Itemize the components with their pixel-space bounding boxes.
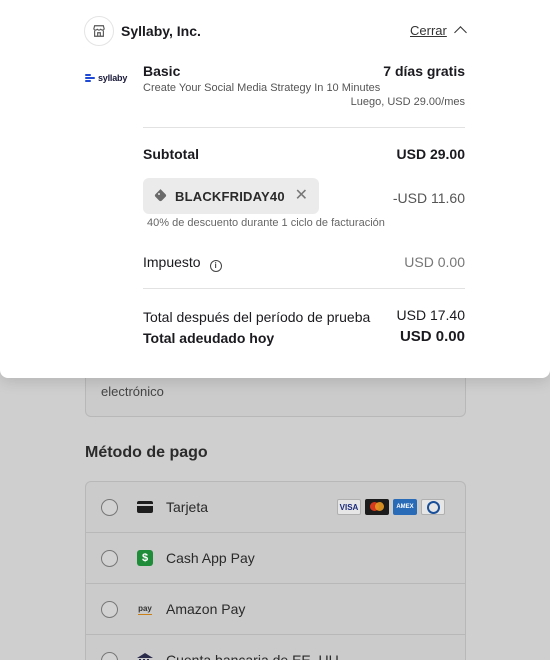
subtotal-value: USD 29.00 <box>396 146 465 162</box>
order-summary-panel: Syllaby, Inc. Cerrar syllaby Basic Creat… <box>0 0 550 378</box>
mastercard-icon <box>365 499 389 515</box>
plan-name: Basic <box>143 63 181 79</box>
plan-description: Create Your Social Media Strategy In 10 … <box>143 82 381 94</box>
radio-button[interactable] <box>101 600 118 618</box>
payment-option-cashapp[interactable]: $ Cash App Pay <box>86 533 465 584</box>
close-summary-label: Cerrar <box>410 23 447 38</box>
merchant-name: Syllaby, Inc. <box>121 23 201 39</box>
promo-code: BLACKFRIDAY40 <box>175 188 285 204</box>
promo-code-chip: BLACKFRIDAY40 ✕ <box>143 178 319 214</box>
trial-label: 7 días gratis <box>383 63 465 79</box>
payment-option-label: Tarjeta <box>166 499 209 515</box>
tax-value: USD 0.00 <box>404 254 465 270</box>
close-summary-button[interactable]: Cerrar <box>410 23 467 39</box>
tax-row: Impuesto i <box>143 254 222 272</box>
tax-label: Impuesto <box>143 254 201 270</box>
syllaby-logo-icon <box>85 73 95 83</box>
payment-option-bank[interactable]: Cuenta bancaria de EE. UU. <box>86 635 465 660</box>
remove-promo-icon[interactable]: ✕ <box>295 188 308 204</box>
then-price: Luego, USD 29.00/mes <box>350 96 465 108</box>
visa-icon: VISA <box>337 499 361 515</box>
payment-option-amazon-pay[interactable]: pay Amazon Pay <box>86 584 465 635</box>
store-icon <box>84 16 114 46</box>
card-brands: VISA AMEX <box>337 499 445 515</box>
due-today-label: Total adeudado hoy <box>143 330 275 346</box>
promo-discount: -USD 11.60 <box>392 190 465 206</box>
bank-icon <box>136 653 154 660</box>
payment-method-title: Método de pago <box>85 444 208 461</box>
radio-button[interactable] <box>101 549 118 567</box>
amazon-pay-icon: pay <box>138 603 152 615</box>
radio-button[interactable] <box>101 498 118 516</box>
after-trial-value: USD 17.40 <box>396 307 465 323</box>
payment-option-label: Cuenta bancaria de EE. UU. <box>166 652 343 660</box>
tag-icon <box>155 190 167 202</box>
diners-club-icon <box>421 499 445 515</box>
cashapp-icon: $ <box>136 550 154 566</box>
due-today-value: USD 0.00 <box>399 328 465 345</box>
merchant-header: Syllaby, Inc. <box>84 16 201 46</box>
chevron-up-icon <box>453 26 467 39</box>
payment-option-card[interactable]: Tarjeta VISA AMEX <box>86 482 465 533</box>
amex-icon: AMEX <box>393 499 417 515</box>
product-logo: syllaby <box>85 73 127 83</box>
payment-option-label: Amazon Pay <box>166 601 246 617</box>
payment-method-list: Tarjeta VISA AMEX $ Cash App Pay pay Ama… <box>85 481 466 660</box>
divider <box>143 288 465 289</box>
radio-button[interactable] <box>101 651 118 660</box>
card-icon <box>136 500 154 514</box>
subtotal-label: Subtotal <box>143 146 199 162</box>
discount-note: 40% de descuento durante 1 ciclo de fact… <box>147 217 385 229</box>
logo-text: syllaby <box>98 73 128 83</box>
payment-option-label: Cash App Pay <box>166 550 255 566</box>
after-trial-label: Total después del período de prueba <box>143 309 371 325</box>
info-icon[interactable]: i <box>209 259 222 272</box>
email-consent-text: electrónico <box>101 384 164 399</box>
divider <box>143 127 465 128</box>
